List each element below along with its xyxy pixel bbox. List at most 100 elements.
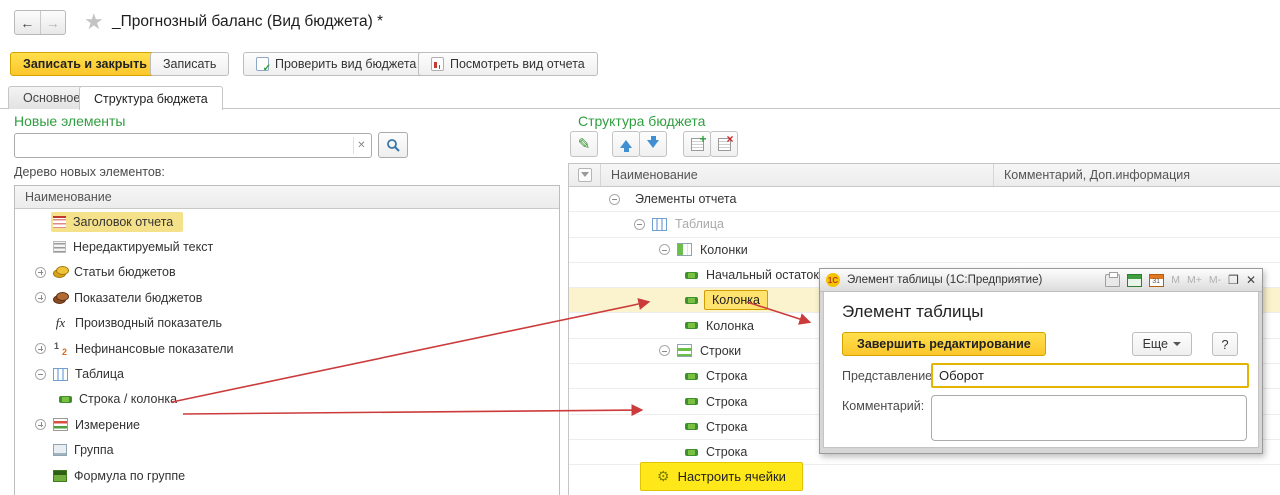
- check-budget-view-button[interactable]: Проверить вид бюджета: [243, 52, 430, 76]
- add-level-button[interactable]: [683, 131, 711, 157]
- search-box: ✕: [14, 133, 372, 158]
- arrow-up-icon: [620, 140, 632, 152]
- budget-articles-icon: [53, 266, 69, 279]
- document-chart-icon: [431, 57, 444, 71]
- collapse-icon[interactable]: [35, 368, 46, 380]
- tree-item-group[interactable]: Группа: [15, 438, 559, 463]
- edit-button[interactable]: ✎: [570, 131, 598, 157]
- save-button[interactable]: Записать: [150, 52, 230, 76]
- tree-item-static-text[interactable]: Нередактируемый текст: [15, 234, 559, 259]
- row-icon: [685, 372, 698, 380]
- back-button[interactable]: ←: [15, 11, 40, 34]
- chevron-down-icon: [1173, 342, 1181, 346]
- pencil-icon: ✎: [577, 136, 591, 153]
- tree-item-report-header[interactable]: Заголовок отчета: [15, 209, 559, 234]
- fx-icon: fx: [55, 315, 66, 331]
- struct-row-columns[interactable]: Колонки: [569, 238, 1280, 263]
- dialog-titlebar-icons: M M+ M- ❒ ✕: [1105, 271, 1256, 287]
- column-name[interactable]: Наименование: [601, 164, 994, 186]
- right-table-header: Наименование Комментарий, Доп.информация: [569, 164, 1280, 187]
- delete-level-button[interactable]: [710, 131, 738, 157]
- memory-minus-button[interactable]: M-: [1209, 274, 1221, 286]
- row-icon: [685, 296, 698, 304]
- row-icon: [685, 271, 698, 279]
- memory-plus-button[interactable]: M+: [1187, 274, 1202, 286]
- row-icon: [685, 398, 698, 406]
- tree-item-table[interactable]: Таблица: [15, 361, 559, 386]
- tree-item-dimension[interactable]: Измерение: [15, 412, 559, 437]
- dialog-heading: Элемент таблицы: [842, 302, 984, 321]
- collapse-icon[interactable]: [634, 218, 645, 230]
- app-window: ← → ★ _Прогнозный баланс (Вид бюджета) *…: [0, 0, 1280, 495]
- expand-icon[interactable]: [35, 266, 46, 278]
- delete-level-icon: [717, 132, 734, 151]
- maximize-icon[interactable]: ❒: [1228, 273, 1239, 287]
- filter-icon: [577, 168, 592, 182]
- presentation-input[interactable]: [931, 363, 1249, 388]
- document-check-icon: [256, 57, 271, 74]
- drag-highlight: Заголовок отчета: [51, 211, 184, 232]
- tree-item-budget-indicators[interactable]: Показатели бюджетов: [15, 285, 559, 310]
- tab-budget-structure[interactable]: Структура бюджета: [79, 86, 223, 110]
- move-up-button[interactable]: [612, 131, 640, 157]
- row-column-icon: [59, 395, 72, 403]
- expand-icon[interactable]: [35, 419, 46, 431]
- row-icon: [685, 448, 698, 456]
- arrow-down-icon: [647, 136, 659, 148]
- selected-item-box[interactable]: Колонка: [704, 290, 768, 311]
- struct-row-table[interactable]: Таблица: [569, 212, 1280, 238]
- row-icon: [685, 423, 698, 431]
- tree-item-group-formula[interactable]: Формула по группе: [15, 463, 559, 488]
- collapse-icon[interactable]: [659, 345, 670, 357]
- search-input[interactable]: [19, 135, 349, 156]
- expand-icon[interactable]: [35, 292, 46, 304]
- more-button[interactable]: Еще: [1131, 332, 1192, 356]
- table-element-dialog: 1С Элемент таблицы (1С:Предприятие) M M+…: [819, 268, 1263, 454]
- help-button[interactable]: ?: [1212, 332, 1238, 356]
- calculator-icon[interactable]: [1127, 273, 1143, 287]
- tree-item-nonfinancial[interactable]: Нефинансовые показатели: [15, 336, 559, 361]
- group-icon: [53, 444, 67, 457]
- configure-cells-button[interactable]: ⚙ Настроить ячейки: [640, 462, 803, 491]
- comment-label: Комментарий:: [842, 399, 925, 413]
- tree-item-derived-indicator[interactable]: fx Производный показатель: [15, 311, 559, 336]
- view-report-button[interactable]: Посмотреть вид отчета: [418, 52, 598, 76]
- filter-column[interactable]: [569, 164, 601, 186]
- page-title: _Прогнозный баланс (Вид бюджета) *: [112, 13, 384, 30]
- tree-item-budget-articles[interactable]: Статьи бюджетов: [15, 260, 559, 285]
- dialog-titlebar[interactable]: 1С Элемент таблицы (1С:Предприятие) M M+…: [820, 269, 1262, 292]
- close-icon[interactable]: ✕: [1246, 273, 1256, 287]
- collapse-icon[interactable]: [609, 193, 620, 205]
- print-icon[interactable]: [1105, 271, 1121, 287]
- forward-button[interactable]: →: [39, 11, 66, 34]
- static-text-icon: [53, 241, 66, 254]
- finish-editing-button[interactable]: Завершить редактирование: [842, 332, 1046, 356]
- tree-item-row-column[interactable]: Строка / колонка: [15, 387, 559, 412]
- new-elements-tree: Наименование Заголовок отчета Нередактир…: [14, 185, 560, 495]
- left-table-header[interactable]: Наименование: [15, 186, 559, 209]
- report-header-icon: [53, 215, 66, 228]
- move-down-button[interactable]: [639, 131, 667, 157]
- comment-textarea[interactable]: [931, 395, 1247, 441]
- column-comment[interactable]: Комментарий, Доп.информация: [994, 168, 1190, 182]
- search-icon: [386, 138, 400, 152]
- table-icon: [53, 367, 68, 381]
- calendar-icon[interactable]: [1149, 273, 1165, 287]
- gear-icon: ⚙: [657, 468, 670, 484]
- nav-row: ← → ★ _Прогнозный баланс (Вид бюджета) *: [0, 0, 1280, 46]
- 1c-logo-icon: 1С: [826, 273, 840, 287]
- search-button[interactable]: [378, 132, 408, 158]
- row-icon: [685, 322, 698, 330]
- expand-icon[interactable]: [35, 343, 46, 355]
- history-buttons: ← →: [14, 10, 66, 35]
- clear-search-icon[interactable]: ✕: [353, 137, 369, 154]
- command-bar: Записать и закрыть Записать Проверить ви…: [0, 52, 1280, 78]
- struct-row-report-elements[interactable]: Элементы отчета: [569, 187, 1280, 213]
- collapse-icon[interactable]: [659, 244, 670, 256]
- tree-label: Дерево новых элементов:: [14, 165, 165, 179]
- right-panel-title: Структура бюджета: [578, 113, 706, 129]
- memory-recall-button[interactable]: M: [1171, 274, 1180, 286]
- tab-strip: Основное Структура бюджета: [0, 85, 1280, 110]
- save-and-close-button[interactable]: Записать и закрыть: [10, 52, 160, 76]
- favorite-star-icon[interactable]: ★: [84, 9, 104, 35]
